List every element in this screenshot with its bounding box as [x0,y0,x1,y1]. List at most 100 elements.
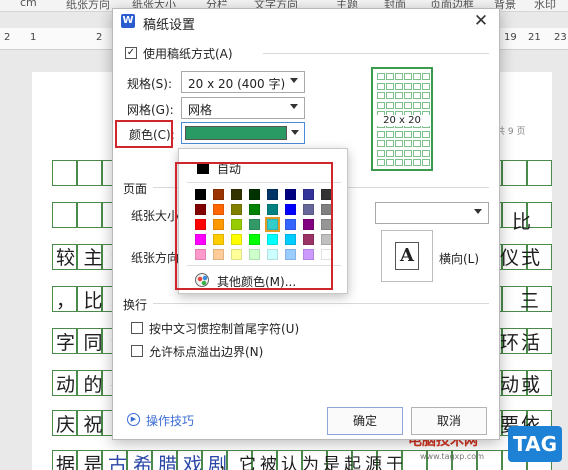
watermark-url: www.tagxp.com [420,452,484,461]
grid-cell [502,160,527,186]
option1-label: 按中文习惯控制首尾字符(U) [149,322,300,336]
preview-cell [404,159,412,167]
spec-value: 20 x 20 (400 字) [188,77,286,91]
preview-cell [377,140,385,148]
linebreak-section-title: 换行 [123,298,148,312]
use-grid-paper-checkbox[interactable]: ✓ [125,47,137,59]
preview-cell [395,130,403,138]
preview-text: 20 x 20 [373,115,431,126]
toolbar-item: cm [20,0,37,9]
preview-cell [422,92,430,100]
ruler-number: 2 [96,32,103,43]
paper-direction-label: 纸张方向 [131,251,180,265]
grid-cell [77,160,102,186]
preview-cell [386,82,394,90]
grid-cell [527,160,552,186]
preview-cell [395,92,403,100]
preview-cell [386,92,394,100]
preview-cell [377,82,385,90]
cancel-button[interactable]: 取消 [411,407,487,435]
preview-cell [404,140,412,148]
tag-logo: TAG [508,426,562,462]
preview-cell [386,73,394,80]
ruler-number: 2 [4,32,11,43]
divider [263,53,489,54]
divider [153,303,489,304]
option2-checkbox[interactable] [131,345,143,357]
preview-cell [395,82,403,90]
grid-value: 网格 [188,103,213,117]
landscape-page-icon: A [395,242,419,270]
preview-cell [386,101,394,109]
doc-line: 仪式 [500,247,543,269]
preview-cell [404,92,412,100]
doc-line: 据是 [56,454,112,470]
paper-size-label: 纸张大小 [131,209,180,223]
doc-line: 环活 [500,332,543,354]
ruler-number: 21 [528,32,541,43]
grid-cell [77,202,102,228]
preview-cell [404,130,412,138]
preview-cell [395,159,403,167]
play-icon[interactable]: ▶ [127,413,140,426]
close-icon[interactable]: ✕ [471,11,491,31]
option1-checkbox[interactable] [131,322,143,334]
preview-cell [404,82,412,90]
preview-cell [377,130,385,138]
preview-cell [395,73,403,80]
color-select[interactable] [181,122,305,144]
preview-cell [413,149,421,157]
doc-line: ，它被认为是起源于 [218,455,407,470]
preview-cell [413,130,421,138]
grid-cell [52,160,77,186]
preview-cell [422,159,430,167]
doc-line: 庆祝 [56,414,112,436]
highlight-box [115,120,173,148]
preview-cell [377,73,385,80]
preview-cell [413,101,421,109]
dialog-title-bar[interactable]: W 稿纸设置 ✕ [113,9,499,35]
dialog-title: 稿纸设置 [143,18,196,33]
preview-cell [377,149,385,157]
grid-cell [52,202,77,228]
toolbar-item: 纸张方向 [66,0,110,11]
doc-line: 比 [512,211,540,233]
landscape-option[interactable]: A [381,230,433,282]
preview-cell [377,92,385,100]
ruler-number: 1 [30,32,37,43]
preview-cell [422,140,430,148]
preview-cell [413,140,421,148]
page-section-title: 页面 [123,182,148,196]
grid-select[interactable]: 网格 [181,97,305,119]
preview-cell [422,82,430,90]
doc-link[interactable]: 古希腊戏剧 [108,450,233,470]
preview-cell [395,101,403,109]
preview-cell [422,149,430,157]
preview-cell [386,130,394,138]
preview-cell [386,149,394,157]
tips-link[interactable]: 操作技巧 [146,412,194,429]
grid-label: 网格(G): [127,103,174,117]
spec-label: 规格(S): [127,77,173,91]
ok-button[interactable]: 确定 [327,407,403,435]
wps-logo-icon: W [121,14,135,28]
chevron-down-icon [290,78,298,83]
spec-select[interactable]: 20 x 20 (400 字) [181,71,305,93]
preview-cell [422,130,430,138]
preview-cell [404,149,412,157]
preview-cell [413,73,421,80]
preview-cell [395,149,403,157]
preview-cell [422,73,430,80]
option2-label: 允许标点溢出边界(N) [149,345,264,359]
ruler-number: 23 [554,32,567,43]
grid-preview: 20 x 20 [371,67,433,171]
paper-size-select[interactable] [375,202,489,224]
preview-cell [404,73,412,80]
chevron-down-icon [290,104,298,109]
preview-cell [413,92,421,100]
preview-cell [386,140,394,148]
color-swatch [185,126,287,140]
preview-cell [422,101,430,109]
preview-cell [377,159,385,167]
preview-cell [395,140,403,148]
